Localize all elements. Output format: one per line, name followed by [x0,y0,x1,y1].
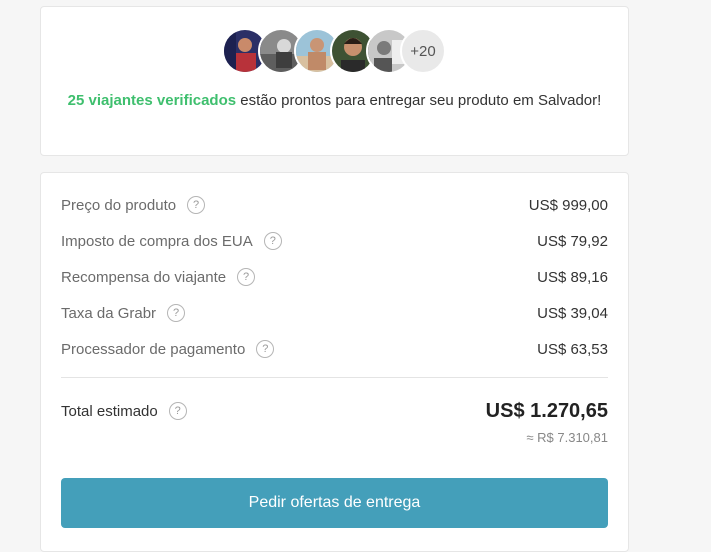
price-row-payment-processor: Processador de pagamento ? US$ 63,53 [61,337,608,361]
help-icon[interactable]: ? [263,232,282,250]
price-row-value: US$ 63,53 [537,340,608,358]
price-row-value: US$ 79,92 [537,232,608,250]
divider [61,377,608,378]
price-row-label: Preço do produto [61,196,177,214]
help-icon[interactable]: ? [256,340,275,358]
price-row-label: Recompensa do viajante [61,268,227,286]
price-row-value: US$ 89,16 [537,268,608,286]
help-icon[interactable]: ? [168,402,187,420]
total-row: Total estimado ? US$ 1.270,65 [61,398,608,424]
price-breakdown-card: Preço do produto ? US$ 999,00 Imposto de… [40,172,629,552]
verified-travelers-count: 25 viajantes verificados [67,92,237,109]
price-row-value: US$ 39,04 [537,304,608,322]
help-icon[interactable]: ? [187,196,206,214]
price-row-tax: Imposto de compra dos EUA ? US$ 79,92 [61,229,608,253]
price-row-label: Processador de pagamento [61,340,246,358]
price-row-value: US$ 999,00 [528,196,608,214]
price-row-label: Imposto de compra dos EUA [61,232,253,250]
travelers-message-text: estão prontos para entregar seu produto … [236,92,602,109]
total-label: Total estimado [61,402,158,420]
request-delivery-offers-button[interactable]: Pedir ofertas de entrega [61,478,608,528]
travelers-card: +20 25 viajantes verificados estão pront… [40,6,629,156]
price-row-grabr-fee: Taxa da Grabr ? US$ 39,04 [61,301,608,325]
more-travelers-badge[interactable]: +20 [400,28,446,74]
converted-total: ≈ R$ 7.310,81 [526,430,608,445]
help-icon[interactable]: ? [167,304,186,322]
help-icon[interactable]: ? [237,268,256,286]
price-row-traveler-reward: Recompensa do viajante ? US$ 89,16 [61,265,608,289]
price-row-label: Taxa da Grabr [61,304,157,322]
total-value: US$ 1.270,65 [485,399,608,422]
price-row-product: Preço do produto ? US$ 999,00 [61,193,608,217]
travelers-message: 25 viajantes verificados estão prontos p… [61,89,608,113]
